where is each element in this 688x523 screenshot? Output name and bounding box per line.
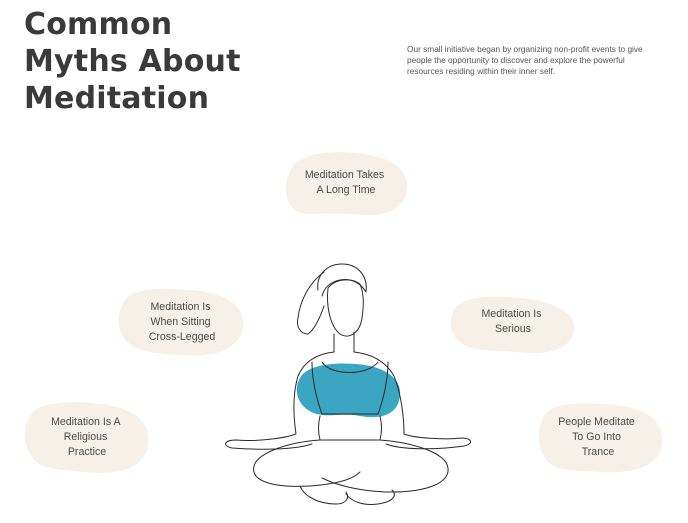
meditating-woman-illustration bbox=[225, 263, 471, 505]
myths-illustration: Meditation Takes A Long Time Meditation … bbox=[24, 152, 663, 505]
ponytail bbox=[297, 271, 325, 335]
left-leg bbox=[253, 439, 361, 487]
myth-bubble-trance: People Meditate To Go Into Trance bbox=[538, 403, 663, 473]
myth-line: People Meditate bbox=[558, 416, 635, 428]
myth-line: Meditation Takes bbox=[305, 169, 384, 181]
myth-bubble-long-time: Meditation Takes A Long Time bbox=[285, 152, 408, 216]
myth-line: A Long Time bbox=[317, 184, 376, 196]
myth-line: Trance bbox=[582, 446, 615, 458]
waist bbox=[318, 415, 382, 441]
face bbox=[327, 279, 364, 337]
myth-line: Meditation Is bbox=[481, 308, 541, 320]
myth-line: When Sitting bbox=[150, 316, 210, 328]
right-leg bbox=[321, 439, 449, 493]
foot-left bbox=[299, 485, 349, 505]
myth-line: Serious bbox=[495, 323, 531, 335]
myth-bubble-religious: Meditation Is A Religious Practice bbox=[24, 402, 149, 473]
myth-line: Meditation Is A bbox=[51, 416, 121, 428]
myth-line: Meditation Is bbox=[150, 301, 210, 313]
myth-bubble-serious: Meditation Is Serious bbox=[450, 296, 575, 354]
myth-line: Practice bbox=[68, 446, 106, 458]
myth-text: Meditation Is When Sitting Cross-Legged bbox=[149, 301, 216, 343]
myth-bubble-cross-legged: Meditation Is When Sitting Cross-Legged bbox=[118, 288, 244, 356]
myth-line: Cross-Legged bbox=[149, 331, 216, 343]
myth-line: To Go Into bbox=[572, 431, 621, 443]
myth-line: Religious bbox=[64, 431, 108, 443]
